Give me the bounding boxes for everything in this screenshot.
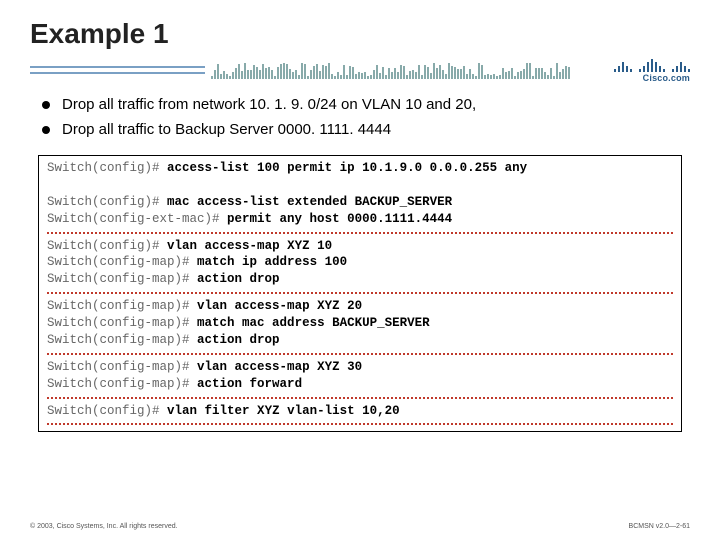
bullet-list: Drop all traffic from network 10. 1. 9. … (30, 90, 690, 151)
code-line: Switch(config)# mac access-list extended… (47, 194, 673, 211)
logo-text: Cisco.com (643, 73, 690, 83)
cisco-logo: Cisco.com (580, 58, 690, 83)
code-line: Switch(config-map)# action drop (47, 332, 673, 349)
code-line: Switch(config)# access-list 100 permit i… (47, 160, 673, 177)
bullet-icon (42, 126, 50, 134)
dotted-divider (47, 232, 673, 234)
title-divider: Cisco.com (30, 60, 690, 80)
bullet-item: Drop all traffic to Backup Server 0000. … (42, 119, 678, 142)
code-line: Switch(config-ext-mac)# permit any host … (47, 211, 673, 228)
code-line: Switch(config)# vlan access-map XYZ 10 (47, 238, 673, 255)
dotted-divider (47, 292, 673, 294)
divider-bars (30, 66, 205, 74)
bullet-text: Drop all traffic to Backup Server 0000. … (62, 119, 391, 142)
bullet-item: Drop all traffic from network 10. 1. 9. … (42, 94, 678, 117)
blank-line (47, 177, 673, 194)
code-line: Switch(config-map)# vlan access-map XYZ … (47, 298, 673, 315)
code-line: Switch(config-map)# match ip address 100 (47, 254, 673, 271)
code-line: Switch(config-map)# match mac address BA… (47, 315, 673, 332)
slide-title: Example 1 (30, 18, 690, 50)
bullet-icon (42, 101, 50, 109)
dotted-divider (47, 397, 673, 399)
divider-ticks (211, 61, 580, 79)
dotted-divider (47, 353, 673, 355)
code-block: Switch(config)# access-list 100 permit i… (38, 155, 682, 432)
slide: Example 1 Cisco.com Drop all traffic fro… (0, 0, 720, 540)
bullet-text: Drop all traffic from network 10. 1. 9. … (62, 94, 476, 117)
dotted-divider (47, 423, 673, 425)
code-line: Switch(config-map)# action forward (47, 376, 673, 393)
slide-number: BCMSN v2.0—2-61 (629, 523, 690, 530)
slide-footer: © 2003, Cisco Systems, Inc. All rights r… (30, 523, 690, 530)
code-line: Switch(config-map)# action drop (47, 271, 673, 288)
copyright-text: © 2003, Cisco Systems, Inc. All rights r… (30, 523, 178, 530)
code-line: Switch(config-map)# vlan access-map XYZ … (47, 359, 673, 376)
code-line: Switch(config)# vlan filter XYZ vlan-lis… (47, 403, 673, 420)
